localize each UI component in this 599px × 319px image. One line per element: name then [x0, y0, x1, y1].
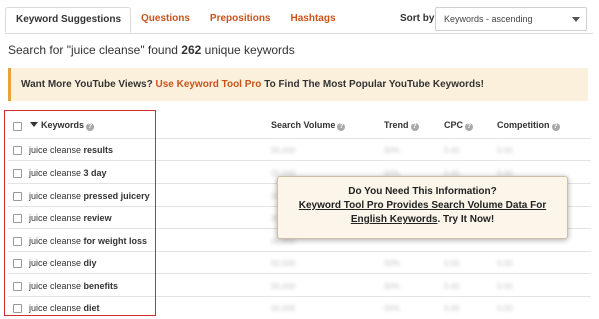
row-checkbox[interactable]: [13, 192, 22, 201]
blurred-cpc: 0.00: [444, 282, 460, 291]
select-all-checkbox[interactable]: [13, 122, 22, 131]
banner-text: Want More YouTube Views?: [21, 79, 156, 90]
blurred-competition: 0.00: [497, 146, 513, 155]
blurred-competition: 0.00: [497, 304, 513, 313]
row-divider: [8, 296, 591, 297]
header-divider: [8, 138, 591, 139]
column-header-keywords[interactable]: Keywords?: [30, 120, 95, 131]
keyword-modifier: review: [83, 213, 112, 223]
summary-suffix: unique keywords: [201, 43, 295, 57]
row-checkbox[interactable]: [13, 282, 22, 291]
tab-bar: Keyword Suggestions Questions Prepositio…: [5, 7, 346, 33]
blurred-competition: 0.00: [497, 259, 513, 268]
keyword-modifier: diet: [83, 303, 100, 313]
keyword-modifier: pressed juicery: [83, 191, 150, 201]
competition-header-label: Competition: [497, 120, 550, 130]
blurred-trend: 00%: [384, 282, 401, 291]
keyword-cell[interactable]: juice cleanse pressed juicery: [29, 191, 150, 201]
blurred-search-volume: 00,000: [271, 259, 296, 268]
overlay-cta: . Try It Now!: [437, 214, 495, 225]
column-header-cpc[interactable]: CPC?: [444, 120, 474, 131]
keyword-modifier: for weight loss: [83, 236, 148, 246]
sort-label: Sort by: [400, 13, 435, 24]
overlay-line3: English Keywords. Try It Now!: [278, 213, 567, 227]
banner-text-end: To Find The Most Popular YouTube Keyword…: [261, 79, 485, 90]
tab-hashtags[interactable]: Hashtags: [281, 7, 346, 31]
keyword-cell[interactable]: juice cleanse benefits: [29, 281, 118, 291]
row-divider: [8, 273, 591, 274]
row-checkbox[interactable]: [13, 146, 22, 155]
english-keywords-link[interactable]: English Keywords: [351, 214, 438, 225]
tab-keyword-suggestions[interactable]: Keyword Suggestions: [5, 7, 132, 33]
row-divider: [8, 251, 591, 252]
question-mark-icon[interactable]: ?: [337, 123, 346, 131]
tab-divider: [5, 33, 593, 34]
search-volume-header-label: Search Volume: [271, 120, 336, 130]
keyword-cell[interactable]: juice cleanse 3 day: [29, 168, 107, 178]
keywords-header-label: Keywords: [41, 120, 85, 130]
keyword-seed: juice cleanse: [29, 145, 84, 155]
blurred-search-volume: 00,000: [271, 282, 296, 291]
blurred-search-volume: 00,000: [271, 304, 296, 313]
blurred-trend: 00%: [384, 146, 401, 155]
row-checkbox[interactable]: [13, 259, 22, 268]
blurred-cpc: 0.00: [444, 146, 460, 155]
keyword-modifier: 3 day: [83, 168, 107, 178]
keyword-seed: juice cleanse: [29, 191, 84, 201]
column-header-trend[interactable]: Trend?: [384, 120, 419, 131]
keyword-tool-pro-link[interactable]: Use Keyword Tool Pro: [155, 79, 261, 90]
keyword-cell[interactable]: juice cleanse results: [29, 145, 113, 155]
row-checkbox[interactable]: [13, 169, 22, 178]
overlay-pro-link[interactable]: Keyword Tool Pro Provides Search Volume …: [278, 199, 567, 213]
sort-descending-triangle-icon: [30, 122, 38, 127]
sort-select-value: Keywords - ascending: [444, 14, 533, 24]
trend-header-label: Trend: [384, 120, 409, 130]
row-divider: [8, 160, 591, 161]
keyword-seed: juice cleanse: [29, 303, 84, 313]
question-mark-icon[interactable]: ?: [410, 123, 419, 131]
keyword-seed: juice cleanse: [29, 258, 84, 268]
cpc-header-label: CPC: [444, 120, 464, 130]
result-count: 262: [181, 43, 202, 57]
keyword-seed: juice cleanse: [29, 168, 84, 178]
question-mark-icon[interactable]: ?: [465, 123, 474, 131]
sort-select[interactable]: Keywords - ascending: [435, 7, 587, 31]
chevron-down-icon: [572, 17, 580, 22]
blurred-search-volume: 00,000: [271, 146, 296, 155]
column-header-search-volume[interactable]: Search Volume?: [271, 120, 346, 131]
blurred-cpc: 0.00: [444, 259, 460, 268]
blurred-trend: 00%: [384, 259, 401, 268]
keyword-cell[interactable]: juice cleanse for weight loss: [29, 236, 147, 246]
keyword-seed: juice cleanse: [29, 236, 84, 246]
summary-prefix: Search for "juice cleanse" found: [8, 43, 182, 57]
blurred-competition: 0.00: [497, 282, 513, 291]
keyword-cell[interactable]: juice cleanse review: [29, 213, 112, 223]
question-mark-icon[interactable]: ?: [86, 123, 95, 131]
keyword-modifier: benefits: [83, 281, 119, 291]
keyword-seed: juice cleanse: [29, 281, 84, 291]
tab-questions[interactable]: Questions: [131, 7, 200, 31]
overlay-title: Do You Need This Information?: [348, 186, 497, 197]
row-checkbox[interactable]: [13, 304, 22, 313]
keyword-modifier: results: [83, 145, 114, 155]
keyword-modifier: diy: [83, 258, 97, 268]
blurred-trend: 00%: [384, 304, 401, 313]
promo-banner: Want More YouTube Views? Use Keyword Too…: [8, 68, 588, 101]
keyword-cell[interactable]: juice cleanse diet: [29, 303, 100, 313]
upgrade-overlay-card: Do You Need This Information? Keyword To…: [277, 176, 568, 239]
keyword-seed: juice cleanse: [29, 213, 84, 223]
question-mark-icon[interactable]: ?: [551, 123, 560, 131]
column-header-competition[interactable]: Competition?: [497, 120, 560, 131]
keyword-cell[interactable]: juice cleanse diy: [29, 258, 97, 268]
row-checkbox[interactable]: [13, 237, 22, 246]
results-summary: Search for "juice cleanse" found 262 uni…: [8, 43, 295, 57]
tab-prepositions[interactable]: Prepositions: [200, 7, 281, 31]
blurred-cpc: 0.00: [444, 304, 460, 313]
row-checkbox[interactable]: [13, 214, 22, 223]
